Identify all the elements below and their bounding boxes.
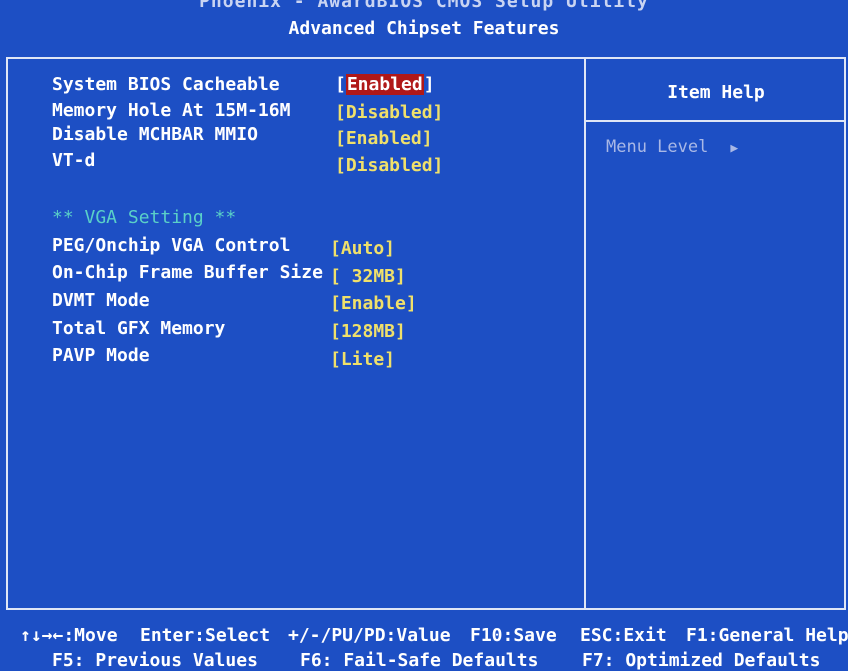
help-divider xyxy=(586,120,846,122)
setting-label-vt-d: VT-d xyxy=(52,150,96,171)
selected-value-highlight[interactable]: Enabled xyxy=(345,74,424,95)
utility-title: Phoenix - AwardBIOS CMOS Setup Utility xyxy=(199,0,649,12)
key-move: ↑↓→←:Move xyxy=(20,625,118,646)
key-select: Enter:Select xyxy=(140,625,271,646)
key-exit: ESC:Exit xyxy=(580,625,667,646)
key-save: F10:Save xyxy=(470,625,557,646)
key-fail-safe-defaults: F6: Fail-Safe Defaults xyxy=(300,650,539,671)
setting-label-dvmt-mode: DVMT Mode xyxy=(52,290,150,311)
setting-label-frame-buffer-size: On-Chip Frame Buffer Size xyxy=(52,262,323,283)
setting-label-peg-onchip-vga: PEG/Onchip VGA Control xyxy=(52,235,291,256)
setting-label-memory-hole: Memory Hole At 15M-16M xyxy=(52,100,291,121)
bios-header: Phoenix - AwardBIOS CMOS Setup Utility A… xyxy=(0,0,848,50)
setting-label-total-gfx-memory: Total GFX Memory xyxy=(52,318,226,339)
menu-level: Menu Level ▶ xyxy=(606,137,738,157)
key-legend: ↑↓→←:Move Enter:Select +/-/PU/PD:Value F… xyxy=(0,625,848,671)
key-previous-values: F5: Previous Values xyxy=(52,650,258,671)
triangle-right-icon: ▶ xyxy=(730,141,739,156)
page-title: Advanced Chipset Features xyxy=(288,18,560,39)
menu-level-label: Menu Level xyxy=(606,137,709,157)
setting-value-dvmt-mode[interactable]: [Enable] xyxy=(330,293,417,314)
setting-value-frame-buffer-size[interactable]: [ 32MB] xyxy=(330,266,406,287)
setting-value-system-bios-cacheable[interactable]: [Enabled] xyxy=(335,74,435,95)
setting-value-memory-hole[interactable]: [Disabled] xyxy=(335,102,443,123)
setting-label-system-bios-cacheable: System BIOS Cacheable xyxy=(52,74,280,95)
setting-value-disable-mchbar-mmio[interactable]: [Enabled] xyxy=(335,128,433,149)
setting-label-disable-mchbar-mmio: Disable MCHBAR MMIO xyxy=(52,124,258,145)
key-general-help: F1:General Help xyxy=(686,625,848,646)
setting-value-total-gfx-memory[interactable]: [128MB] xyxy=(330,321,406,342)
panel-divider xyxy=(584,57,586,610)
setting-value-vt-d[interactable]: [Disabled] xyxy=(335,155,443,176)
section-vga-setting: ** VGA Setting ** xyxy=(52,207,237,228)
item-help-title: Item Help xyxy=(667,82,765,103)
key-optimized-defaults: F7: Optimized Defaults xyxy=(582,650,821,671)
setting-value-peg-onchip-vga[interactable]: [Auto] xyxy=(330,238,395,259)
setting-label-pavp-mode: PAVP Mode xyxy=(52,345,150,366)
key-value: +/-/PU/PD:Value xyxy=(288,625,451,646)
setting-value-pavp-mode[interactable]: [Lite] xyxy=(330,349,395,370)
